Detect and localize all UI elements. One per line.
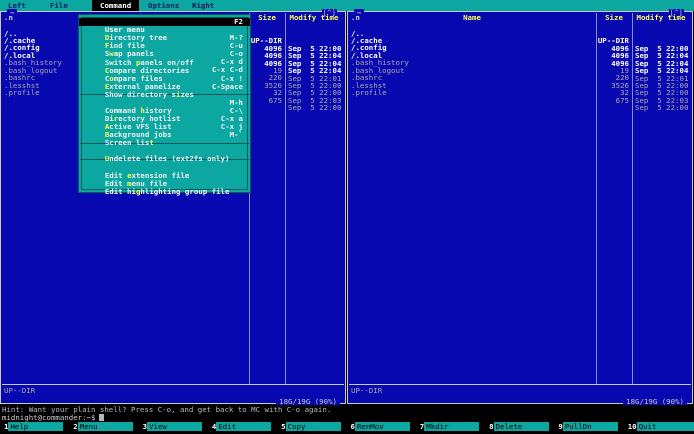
shell-prompt-line[interactable]: midnight@commander:~$	[2, 413, 105, 422]
function-key-label: Edit	[216, 422, 272, 431]
column-header-size[interactable]: Size	[249, 14, 285, 22]
shell-prompt-text: midnight@commander:~$	[2, 413, 96, 422]
right-file-row-bashlogout[interactable]: .bash_logout 220 Sep 5 22:00	[348, 59, 692, 89]
function-key-label: Delete	[493, 422, 549, 431]
fkey-2-menu[interactable]: 2 Menu	[73, 422, 133, 431]
file-mtime: Sep 5 22:00	[635, 103, 689, 113]
right-file-row-lesshst[interactable]: .lesshst 32 Sep 5 22:03	[348, 74, 692, 104]
function-key-label: Quit	[636, 422, 694, 431]
right-file-row-bashrc[interactable]: .bashrc 3526 Sep 5 22:00	[348, 67, 692, 96]
menubar-item-command[interactable]: Command	[92, 0, 140, 11]
mini-status: UP--DIR	[4, 386, 36, 395]
right-file-row-local[interactable]: /.local 4096 Sep 5 22:04	[348, 44, 692, 74]
right-file-row-profile[interactable]: .profile 675 Sep 5 22:00	[348, 82, 692, 111]
file-list: /.. UP--DIR Sep 5 22:00 /.cache 4096 Sep…	[348, 22, 692, 111]
column-header-size[interactable]: Size	[596, 14, 632, 22]
menubar-item-right[interactable]: Right	[192, 0, 214, 11]
file-mtime: Sep 5 22:00	[288, 103, 342, 113]
fkey-7-mkdir[interactable]: 7 Mkdir	[420, 422, 480, 431]
menu-item-undelete-files-ext2fs-only[interactable]: Undelete files (ext2fs only)	[82, 147, 247, 163]
fkey-6-renmov[interactable]: 6 RenMov	[351, 422, 410, 431]
mini-status: UP--DIR	[351, 386, 383, 395]
menu-item-screen-list[interactable]: Screen list M-`	[82, 130, 247, 147]
menu-item-background-jobs[interactable]: Background jobs C-x j	[82, 122, 247, 139]
command-menu-items: User menu F2 Directory tree Find file M-…	[79, 17, 250, 195]
menu-item-swap-panels[interactable]: Swap panels C-u	[82, 42, 247, 59]
free-space-indicator: 18G/19G (90%)	[276, 398, 340, 405]
menu-item-user-menu[interactable]: User menu F2	[79, 17, 250, 34]
menu-item-hotkey: t	[149, 138, 154, 148]
fkey-4-edit[interactable]: 4 Edit	[212, 422, 272, 431]
mini-status-separator	[349, 384, 691, 385]
menubar-item-options[interactable]: Options	[148, 0, 179, 11]
menu-item-show-directory-sizes[interactable]: Show directory sizes C-Space	[82, 81, 247, 99]
column-header-mtime[interactable]: Modify time	[632, 14, 690, 22]
menu-item-shortcut: M-`	[229, 130, 243, 140]
right-file-row-config[interactable]: /.config 4096 Sep 5 22:04	[348, 37, 692, 66]
mini-status-separator	[2, 384, 344, 385]
column-header-name[interactable]: Name	[348, 14, 596, 22]
function-key-label: Copy	[285, 422, 341, 431]
menu-item-directory-tree[interactable]: Directory tree	[82, 26, 247, 42]
function-key-label: Menu	[77, 422, 133, 431]
panel-column-headers: Name .n Size Modify time	[348, 14, 692, 22]
right-file-row-bashhistory[interactable]: .bash_history 19 Sep 5 22:01	[348, 52, 692, 81]
function-key-number: 10	[627, 422, 637, 431]
fkey-5-copy[interactable]: 5 Copy	[281, 422, 341, 431]
fkey-1-help[interactable]: 1 Help	[4, 422, 64, 431]
menu-item-edit-extension-file[interactable]: Edit extension file	[82, 163, 247, 179]
right-file-panel: ~ [^] Name .n Size Modify time /.. UP--D…	[347, 9, 693, 405]
menu-item-shortcut: C-Space	[211, 81, 243, 91]
right-file-row-[interactable]: /.. UP--DIR Sep 5 22:00	[348, 22, 692, 51]
fkey-9-pulldn[interactable]: 9 PullDn	[558, 422, 618, 431]
sort-indicator: .n	[351, 13, 360, 22]
fkey-10-quit[interactable]: 10 Quit	[628, 422, 694, 431]
fkey-3-view[interactable]: 3 View	[143, 422, 203, 431]
file-size: 675	[615, 95, 629, 105]
function-key-label: Mkdir	[424, 422, 480, 431]
file-name: .profile	[351, 88, 387, 98]
file-size: 675	[268, 95, 282, 105]
function-key-label: Help	[8, 422, 64, 431]
menu-item-find-file[interactable]: Find file M-?	[82, 33, 247, 50]
menu-bar: Left File Command Options Right	[0, 0, 694, 11]
right-file-row-cache[interactable]: /.cache 4096 Sep 5 22:04	[348, 29, 692, 59]
sort-indicator: .n	[4, 13, 13, 22]
menu-item-shortcut: F2	[234, 17, 243, 26]
column-header-mtime[interactable]: Modify time	[285, 14, 343, 22]
menu-item-edit-highlighting-group-file[interactable]: Edit highlighting group file	[82, 180, 247, 195]
terminal-cursor	[99, 414, 105, 421]
menubar-item-file[interactable]: File	[50, 0, 68, 11]
free-space-indicator: 18G/19G (90%)	[623, 398, 687, 405]
function-key-bar: 1 Help 2 Menu 3 View 4 Edit 5 Copy 6 RenMov 7M…	[0, 422, 694, 432]
function-key-label: View	[147, 422, 203, 431]
file-name: .profile	[4, 88, 40, 98]
menu-item-edit-menu-file[interactable]: Edit menu file	[82, 171, 247, 187]
midnight-commander-screen: Left File Command Options Right ~ [^] Na…	[0, 0, 694, 434]
command-dropdown-menu: User menu F2 Directory tree Find file M-…	[78, 14, 251, 195]
fkey-8-delete[interactable]: 8 Delete	[489, 422, 549, 431]
function-key-label: RenMov	[354, 422, 410, 431]
function-key-label: PullDn	[562, 422, 618, 431]
menu-item-command-history[interactable]: Command history M-h	[82, 98, 247, 115]
